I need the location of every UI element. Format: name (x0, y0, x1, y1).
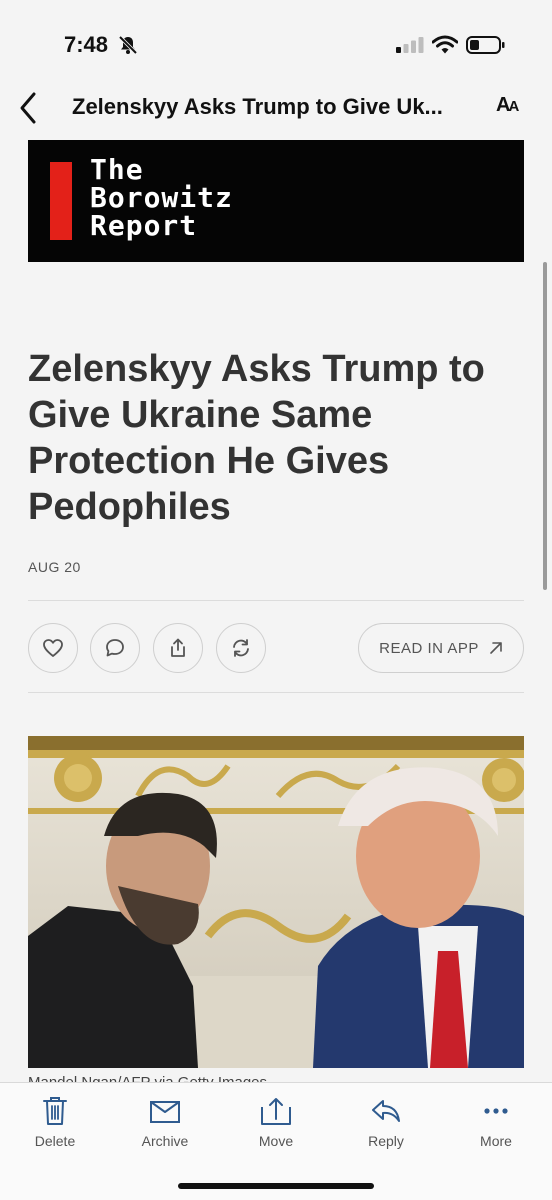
back-button[interactable] (14, 88, 44, 128)
divider (28, 692, 524, 693)
reply-label: Reply (368, 1133, 404, 1149)
archive-label: Archive (141, 1133, 189, 1149)
read-in-app-button[interactable]: READ IN APP (358, 623, 524, 673)
logo-line-3: Report (90, 209, 198, 242)
logo-line-1: The (90, 153, 144, 186)
banner-accent-bar (50, 162, 72, 240)
cellular-signal-icon (396, 37, 424, 53)
comment-button[interactable] (90, 623, 140, 673)
reply-icon (372, 1100, 400, 1122)
more-icon (484, 1108, 508, 1114)
article-photo (28, 736, 524, 1068)
archive-button[interactable]: Archive (125, 1095, 205, 1149)
battery-icon (466, 36, 505, 54)
move-icon (261, 1098, 291, 1125)
like-button[interactable] (28, 623, 78, 673)
restack-icon (233, 639, 249, 657)
text-size-button[interactable]: AA (496, 94, 519, 117)
delete-label: Delete (34, 1133, 76, 1149)
restack-button[interactable] (216, 623, 266, 673)
trash-icon (43, 1097, 67, 1125)
home-indicator[interactable] (178, 1183, 374, 1189)
divider (28, 600, 524, 601)
newsletter-banner: The Borowitz Report (28, 140, 524, 262)
logo-line-2: Borowitz (90, 181, 233, 214)
reply-button[interactable]: Reply (346, 1095, 426, 1149)
heart-icon (43, 639, 63, 657)
share-button[interactable] (153, 623, 203, 673)
article-date: AUG 20 (28, 559, 81, 575)
archive-icon (150, 1101, 180, 1123)
move-label: Move (258, 1133, 294, 1149)
nav-title: Zelenskyy Asks Trump to Give Uk... (72, 94, 443, 119)
more-label: More (480, 1133, 512, 1149)
comment-icon (106, 639, 124, 657)
read-in-app-label: READ IN APP (379, 639, 479, 657)
status-time: 7:48 (64, 32, 109, 57)
status-bar: 7:48 (0, 0, 552, 80)
article-headline: Zelenskyy Asks Trump to Give Ukraine Sam… (28, 348, 485, 528)
newsletter-logo: The Borowitz Report (90, 156, 233, 240)
navigation-bar: Zelenskyy Asks Trump to Give Uk... AA (0, 80, 552, 136)
more-button[interactable]: More (456, 1095, 536, 1149)
scrollbar[interactable] (543, 262, 547, 590)
bell-off-icon (118, 35, 138, 55)
share-icon (171, 638, 185, 657)
move-button[interactable]: Move (236, 1095, 316, 1149)
wifi-icon (432, 35, 458, 54)
delete-button[interactable]: Delete (15, 1095, 95, 1149)
arrow-up-right-icon (490, 642, 502, 654)
